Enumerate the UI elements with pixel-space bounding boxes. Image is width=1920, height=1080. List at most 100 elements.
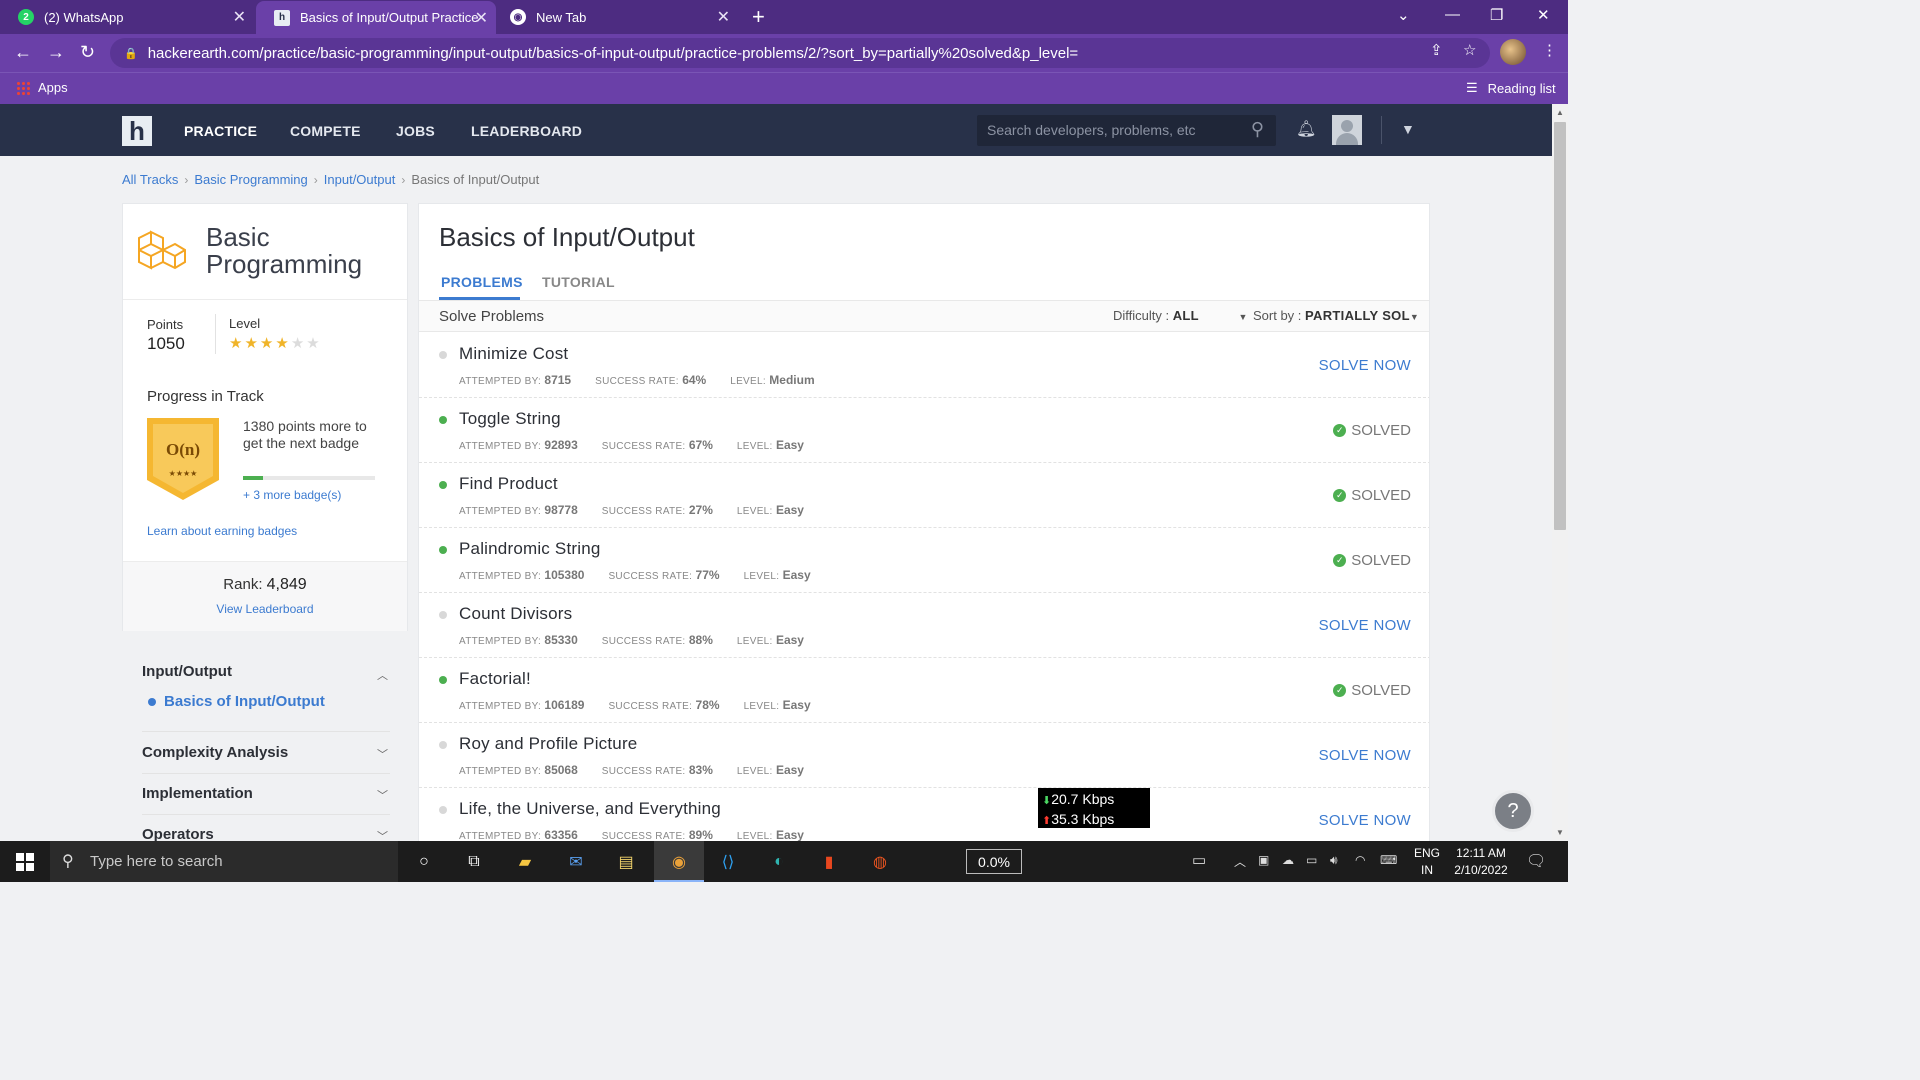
edge-icon[interactable]: ◐	[767, 850, 791, 874]
sidebar-section-input-output[interactable]: Input/Output	[142, 663, 232, 680]
restore-icon[interactable]: ❐	[1490, 6, 1503, 24]
problem-name[interactable]: Roy and Profile Picture	[459, 734, 637, 754]
problem-name[interactable]: Palindromic String	[459, 539, 601, 559]
hackerearth-logo[interactable]: h	[122, 116, 152, 146]
new-tab-plus-icon[interactable]: +	[752, 4, 765, 30]
python-file-icon[interactable]: ▤	[614, 850, 638, 874]
tab-new-tab[interactable]: ◉ New Tab ✕	[492, 0, 738, 34]
scroll-down-icon[interactable]: ▼	[1556, 828, 1564, 837]
touch-keyboard-icon[interactable]: ⌨	[1380, 853, 1397, 867]
chevron-down-icon[interactable]: ﹀	[377, 787, 388, 803]
view-leaderboard-link[interactable]: View Leaderboard	[123, 602, 407, 616]
tab-whatsapp[interactable]: 2 (2) WhatsApp ✕	[0, 0, 254, 34]
menu-kebab-icon[interactable]: ⋮	[1542, 41, 1557, 59]
problem-name[interactable]: Minimize Cost	[459, 344, 568, 364]
notification-center-icon[interactable]: 🗨︎	[1526, 851, 1546, 871]
problem-row[interactable]: Palindromic String ATTEMPTED BY: 105380 SU…	[419, 528, 1429, 593]
problem-name[interactable]: Toggle String	[459, 409, 561, 429]
back-arrow-icon[interactable]: ←	[14, 42, 32, 63]
help-button[interactable]: ?	[1492, 790, 1534, 832]
mail-icon[interactable]: ✉	[564, 850, 588, 874]
chevron-down-icon[interactable]: ﹀	[377, 746, 388, 762]
close-icon[interactable]: ✕	[233, 7, 246, 27]
cpu-usage-widget[interactable]: 0.0%	[966, 849, 1022, 874]
bookmark-star-icon[interactable]: ☆	[1463, 41, 1476, 59]
taskbar-clock[interactable]: 12:11 AM 2/10/2022	[1446, 845, 1516, 879]
solve-now-button[interactable]: SOLVE NOW	[1319, 812, 1411, 829]
share-icon[interactable]: ⇪	[1430, 41, 1443, 59]
problem-row[interactable]: Life, the Universe, and Everything ATTEMP…	[419, 788, 1429, 842]
learn-badges-link[interactable]: Learn about earning badges	[147, 524, 297, 538]
problem-name[interactable]: Life, the Universe, and Everything	[459, 799, 721, 819]
close-icon[interactable]: ✕	[475, 8, 488, 28]
sidebar-section-complexity[interactable]: Complexity Analysis	[142, 744, 288, 761]
problem-row[interactable]: Count Divisors ATTEMPTED BY: 85330 SUCCESS…	[419, 593, 1429, 658]
nav-jobs[interactable]: JOBS	[396, 123, 435, 139]
window-close-icon[interactable]: ✕	[1537, 6, 1550, 24]
ubuntu-icon[interactable]: ◍	[868, 850, 892, 874]
battery-icon[interactable]: ▭	[1306, 853, 1317, 867]
minimize-icon[interactable]: —	[1445, 6, 1460, 23]
site-search-input[interactable]: Search developers, problems, etc ⚲	[977, 115, 1276, 146]
reload-icon[interactable]: ↻	[80, 42, 95, 63]
meet-icon[interactable]: ▣	[1258, 853, 1269, 867]
sort-filter[interactable]: Sort by : PARTIALLY SOL▼	[1253, 308, 1419, 323]
level-meta: LEVEL: Easy	[737, 633, 804, 647]
chrome-icon[interactable]: ◉	[667, 850, 691, 874]
problem-name[interactable]: Factorial!	[459, 669, 531, 689]
user-avatar[interactable]	[1332, 115, 1362, 145]
difficulty-filter[interactable]: Difficulty : ALL ▼	[1113, 308, 1247, 323]
windows-start-icon[interactable]	[16, 853, 34, 871]
sidebar-item-basics-io[interactable]: Basics of Input/Output	[148, 693, 325, 710]
solve-now-button[interactable]: SOLVE NOW	[1319, 747, 1411, 764]
profile-avatar[interactable]	[1500, 39, 1526, 65]
problem-name[interactable]: Count Divisors	[459, 604, 572, 624]
breadcrumb-all-tracks[interactable]: All Tracks	[122, 172, 178, 187]
reading-list[interactable]: ☰ Reading list	[1466, 80, 1556, 96]
forward-arrow-icon[interactable]: →	[47, 42, 65, 63]
scroll-up-icon[interactable]: ▲	[1556, 108, 1564, 117]
task-view-icon[interactable]: ⧉	[462, 850, 486, 874]
chevron-up-icon[interactable]: ︿	[377, 667, 388, 683]
problem-name[interactable]: Find Product	[459, 474, 558, 494]
solve-now-button[interactable]: SOLVE NOW	[1319, 617, 1411, 634]
nav-compete[interactable]: COMPETE	[290, 123, 361, 139]
office-icon[interactable]: ▮	[817, 850, 841, 874]
page-scrollbar[interactable]: ▲ ▼	[1552, 104, 1568, 841]
notification-bell-icon[interactable]: 🔔︎	[1296, 119, 1316, 139]
problem-row[interactable]: Roy and Profile Picture ATTEMPTED BY: 850…	[419, 723, 1429, 788]
breadcrumb-input-output[interactable]: Input/Output	[324, 172, 396, 187]
search-icon[interactable]: ⚲	[1251, 119, 1264, 140]
account-dropdown-icon[interactable]: ▼	[1401, 121, 1415, 137]
vscode-icon[interactable]: ⟨⟩	[716, 850, 740, 874]
tab-tutorial[interactable]: TUTORIAL	[542, 274, 615, 290]
volume-icon[interactable]: 🔊︎	[1330, 853, 1338, 868]
cortana-icon[interactable]: ○	[412, 850, 436, 874]
file-explorer-icon[interactable]: ▰	[513, 850, 537, 874]
problem-row[interactable]: Minimize Cost ATTEMPTED BY: 8715 SUCCESS R…	[419, 333, 1429, 398]
sidebar-section-implementation[interactable]: Implementation	[142, 785, 253, 802]
solve-now-button[interactable]: SOLVE NOW	[1319, 357, 1411, 374]
url-field[interactable]: 🔒 hackerearth.com/practice/basic-program…	[110, 38, 1490, 68]
tab-search-chevron-icon[interactable]: ⌄	[1397, 6, 1410, 24]
taskbar-search-input[interactable]: ⚲ Type here to search	[50, 841, 398, 882]
tab-problems[interactable]: PROBLEMS	[441, 274, 523, 290]
language-indicator[interactable]: ENG IN	[1412, 845, 1442, 879]
wifi-icon[interactable]: ◠	[1355, 853, 1365, 867]
tab-hackerearth[interactable]: h Basics of Input/Output Practice P ✕	[256, 1, 496, 34]
breadcrumb-basic-programming[interactable]: Basic Programming	[194, 172, 307, 187]
problem-row[interactable]: Factorial! ATTEMPTED BY: 106189 SUCCESS RA…	[419, 658, 1429, 723]
more-badges-link[interactable]: + 3 more badge(s)	[243, 488, 341, 502]
onedrive-icon[interactable]: ☁	[1282, 853, 1294, 867]
chevron-up-icon[interactable]: ︿	[1234, 853, 1246, 870]
scrollbar-thumb[interactable]	[1554, 122, 1566, 530]
problem-row[interactable]: Toggle String ATTEMPTED BY: 92893 SUCCESS …	[419, 398, 1429, 463]
solved-label: SOLVED	[1351, 487, 1411, 504]
close-icon[interactable]: ✕	[717, 7, 730, 27]
problem-meta: ATTEMPTED BY: 106189 SUCCESS RATE: 78% LEV…	[459, 698, 811, 712]
apps-bookmark[interactable]: Apps	[16, 80, 68, 95]
problem-row[interactable]: Find Product ATTEMPTED BY: 98778 SUCCESS R…	[419, 463, 1429, 528]
keyboard-layout-icon[interactable]: ▭	[1192, 851, 1206, 869]
nav-practice[interactable]: PRACTICE	[184, 123, 257, 139]
nav-leaderboard[interactable]: LEADERBOARD	[471, 123, 582, 139]
